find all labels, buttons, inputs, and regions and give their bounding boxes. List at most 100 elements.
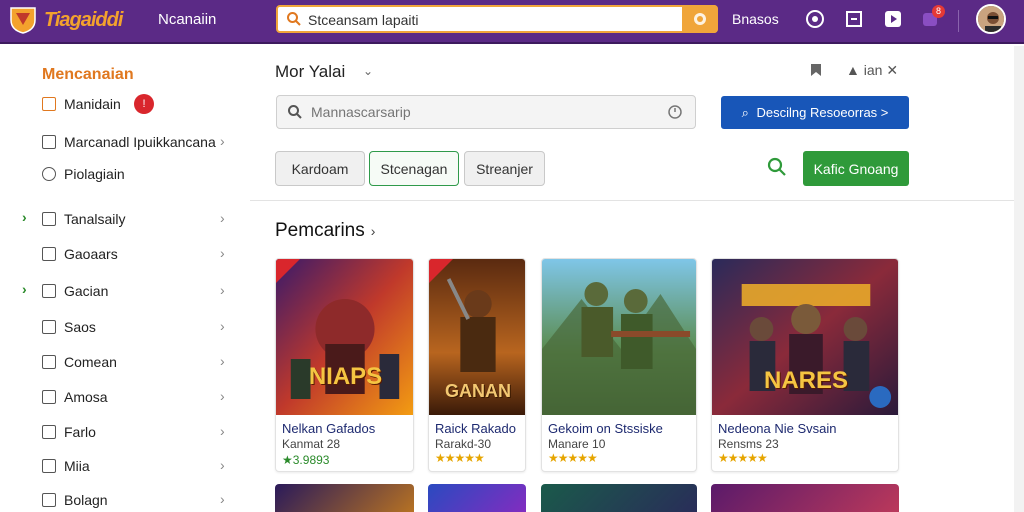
game-card[interactable] bbox=[275, 484, 414, 512]
shield-logo-icon[interactable] bbox=[8, 5, 38, 35]
sidebar-item-label: Piolagiain bbox=[64, 166, 125, 182]
search-icon[interactable] bbox=[766, 156, 788, 178]
sidebar-item-label: Bolagn bbox=[64, 492, 108, 508]
window-icon[interactable] bbox=[843, 8, 865, 30]
sidebar-item-label: Marcanadl Ipuikkancana bbox=[64, 134, 216, 150]
page-title-text: Mor Yalai bbox=[275, 62, 346, 81]
sidebar-item-manidain[interactable]: Manidain ! bbox=[42, 94, 242, 116]
chevron-right-icon: › bbox=[220, 388, 225, 404]
game-card[interactable]: NARES Nedeona Nie Svsain Rensms 23 ★★★★★ bbox=[711, 258, 899, 472]
sidebar-item-farlo[interactable]: Farlo › bbox=[42, 422, 242, 444]
sidebar-item-comean[interactable]: Comean › bbox=[42, 352, 242, 374]
kafic-gnoang-button[interactable]: Kafic Gnoang bbox=[803, 151, 909, 186]
game-card[interactable]: Gekoim on Stssiske Manare 10 ★★★★★ bbox=[541, 258, 697, 472]
sidebar-item-saos[interactable]: Saos › bbox=[42, 317, 242, 339]
folder-icon bbox=[42, 97, 56, 111]
user-avatar-icon bbox=[978, 6, 1004, 32]
header-right-control[interactable]: ▲ ian ✕ bbox=[846, 62, 898, 79]
list-icon bbox=[42, 135, 56, 149]
sidebar-item-tanalsaily[interactable]: Tanalsaily › bbox=[42, 209, 242, 231]
sidebar-item-label: Manidain bbox=[64, 96, 121, 112]
card-art-title: NARES bbox=[763, 367, 848, 394]
search-go-icon bbox=[694, 13, 706, 25]
game-card[interactable] bbox=[711, 484, 899, 512]
card-title: Nedeona Nie Svsain bbox=[718, 421, 837, 436]
user-icon: ▲ bbox=[846, 62, 860, 78]
section-title[interactable]: Pemcarins › bbox=[275, 220, 375, 242]
box-icon bbox=[42, 247, 56, 261]
circle-icon bbox=[42, 167, 56, 181]
chevron-right-icon: › bbox=[220, 282, 225, 298]
chevron-right-icon: › bbox=[220, 210, 225, 226]
chevron-right-icon: › bbox=[370, 223, 376, 239]
card-title: Gekoim on Stssiske bbox=[548, 421, 663, 436]
main-search-bar[interactable] bbox=[276, 95, 696, 129]
image-icon bbox=[42, 212, 56, 226]
filter-streanjer[interactable]: Streanjer bbox=[464, 151, 545, 186]
game-card[interactable] bbox=[428, 484, 526, 512]
sidebar-item-label: Tanalsaily bbox=[64, 211, 126, 227]
card-subtitle: Manare 10 bbox=[548, 437, 606, 451]
sidebar-item-miia[interactable]: Miia › bbox=[42, 456, 242, 478]
game-card[interactable] bbox=[541, 484, 697, 512]
compass-icon[interactable] bbox=[804, 8, 826, 30]
ribbon-badge bbox=[276, 259, 300, 283]
top-search-bar[interactable] bbox=[276, 5, 718, 33]
chart-icon bbox=[42, 284, 56, 298]
notifications-button[interactable]: 8 bbox=[920, 5, 945, 32]
search-submit-button[interactable] bbox=[682, 5, 718, 33]
filter-kardoam[interactable]: Kardoam bbox=[275, 151, 365, 186]
sidebar-item-amosa[interactable]: Amosa › bbox=[42, 387, 242, 409]
main-search-input[interactable] bbox=[311, 103, 651, 121]
chevron-right-icon: › bbox=[220, 457, 225, 473]
sidebar-item-label: Saos bbox=[64, 319, 96, 335]
avatar[interactable] bbox=[976, 4, 1006, 34]
document-icon bbox=[42, 390, 56, 404]
divider bbox=[958, 10, 959, 32]
brand-name[interactable]: Tiagaiddi bbox=[44, 9, 123, 32]
sidebar-item-label: Miia bbox=[64, 458, 90, 474]
section-title-text: Pemcarins bbox=[275, 220, 365, 241]
card-subtitle: Rarakd-30 bbox=[435, 437, 492, 451]
chevron-down-icon[interactable]: ⌄ bbox=[363, 64, 373, 78]
top-right-label[interactable]: Bnasos bbox=[732, 11, 779, 27]
sidebar-item-label: Amosa bbox=[64, 389, 108, 405]
sidebar-title: Mencanaian bbox=[42, 66, 134, 83]
chevron-right-icon: › bbox=[220, 491, 225, 507]
sidebar: Mencanaian Manidain ! Marcanadl Ipuikkan… bbox=[0, 46, 250, 512]
play-icon[interactable] bbox=[882, 8, 904, 30]
clock-icon[interactable] bbox=[667, 104, 683, 120]
calendar-icon bbox=[42, 355, 56, 369]
card-art-title: NIAPS bbox=[308, 363, 383, 390]
card-subtitle: Kanmat 28 bbox=[282, 437, 341, 451]
sidebar-item-label: Gacian bbox=[64, 283, 109, 299]
scrollbar[interactable] bbox=[1014, 46, 1024, 512]
sidebar-item-bolagn[interactable]: Bolagn › bbox=[42, 490, 242, 512]
game-cover-image bbox=[542, 259, 696, 415]
expand-arrow-icon[interactable]: › bbox=[22, 209, 27, 225]
descilng-button[interactable]: ⌕ Descilng Resoeorras > bbox=[721, 96, 909, 129]
chevron-right-icon: › bbox=[220, 318, 225, 334]
top-search-input[interactable] bbox=[308, 10, 678, 30]
card-art-title: GANAN bbox=[445, 381, 511, 401]
card-title: Nelkan Gafados bbox=[282, 421, 376, 436]
sidebar-item-gaoaars[interactable]: Gaoaars › bbox=[42, 244, 242, 266]
filter-stcenagan[interactable]: Stcenagan bbox=[369, 151, 459, 186]
game-card[interactable]: GANAN Raick Rakado Rarakd-30 ★★★★★ bbox=[428, 258, 526, 472]
close-icon[interactable]: ✕ bbox=[886, 62, 898, 78]
chevron-right-icon: › bbox=[220, 133, 225, 149]
page-title[interactable]: Mor Yalai ⌄ bbox=[275, 62, 373, 82]
card-stars: ★★★★★ bbox=[548, 451, 598, 465]
chevron-right-icon: › bbox=[220, 423, 225, 439]
settings-icon bbox=[42, 493, 56, 507]
nav-label[interactable]: Ncanaiin bbox=[158, 11, 216, 28]
sidebar-item-gacian[interactable]: Gacian › bbox=[42, 281, 242, 303]
chevron-right-icon: › bbox=[220, 353, 225, 369]
bookmark-icon[interactable] bbox=[808, 62, 824, 78]
sidebar-item-piolagiain[interactable]: Piolagiain bbox=[42, 164, 242, 186]
game-card[interactable]: NIAPS Nelkan Gafados Kanmat 28 ★3.9893 bbox=[275, 258, 414, 472]
search-icon bbox=[287, 12, 301, 26]
expand-arrow-icon[interactable]: › bbox=[22, 281, 27, 297]
sidebar-item-marcanadl[interactable]: Marcanadl Ipuikkancana › bbox=[42, 132, 242, 154]
notification-badge: 8 bbox=[932, 5, 945, 18]
